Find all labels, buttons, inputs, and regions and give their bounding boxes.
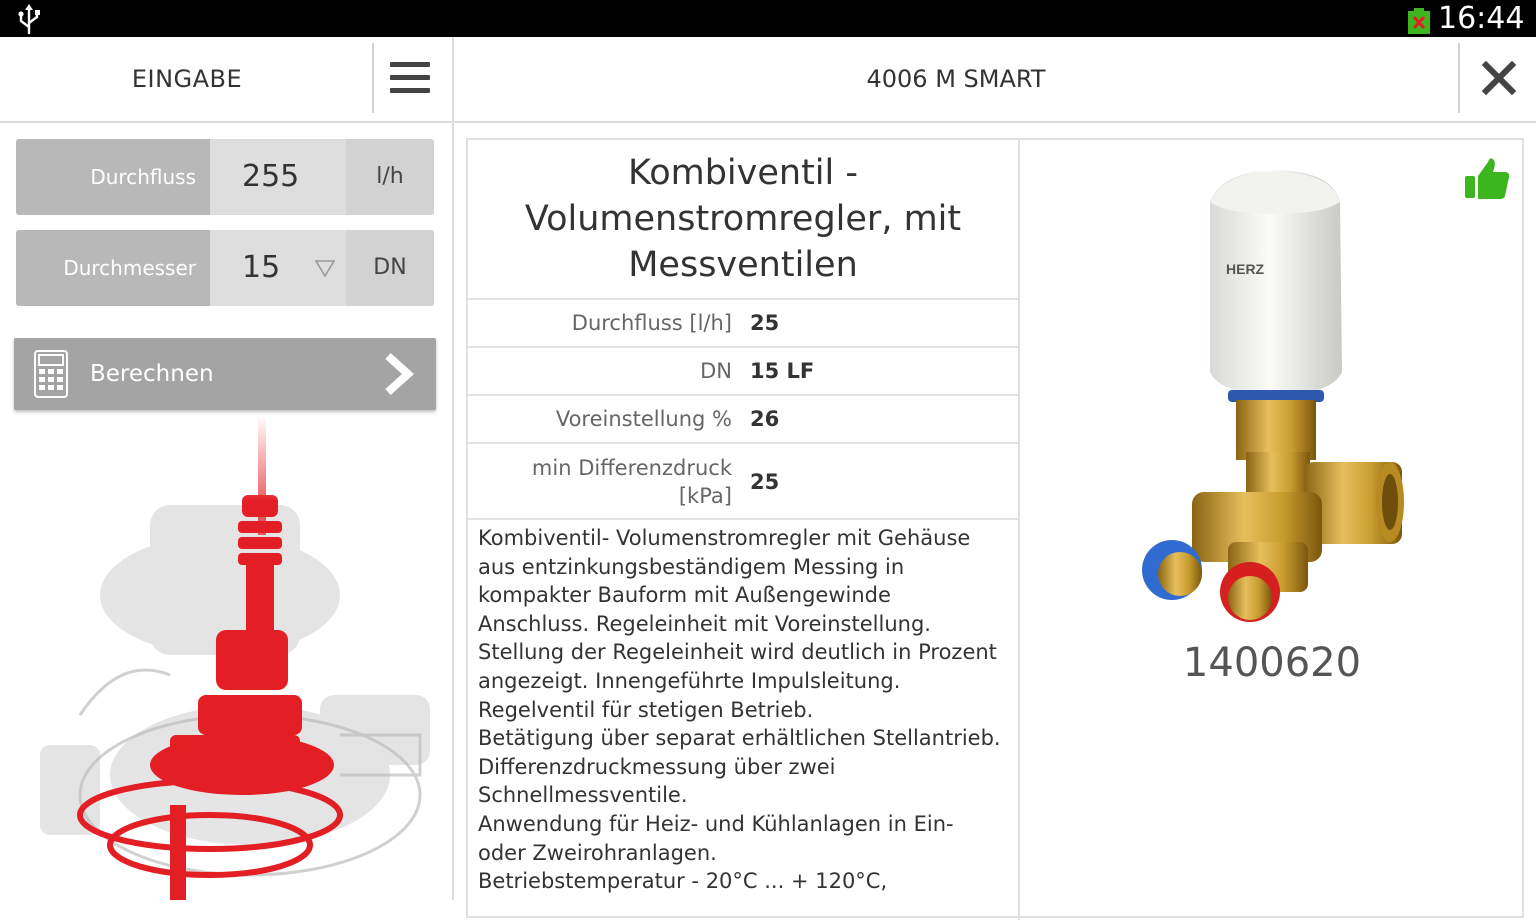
- spec-value: 25: [750, 470, 780, 494]
- spec-row-presetting: Voreinstellung % 26: [468, 394, 1018, 442]
- status-bar: 16:44: [0, 0, 1536, 37]
- spec-value: 25: [750, 311, 780, 335]
- calculate-button[interactable]: Berechnen: [14, 338, 436, 410]
- product-image: HERZ: [1142, 170, 1404, 622]
- spec-value: 15 LF: [750, 359, 815, 383]
- calculate-label: Berechnen: [90, 361, 214, 387]
- spec-row-dn: DN 15 LF: [468, 346, 1018, 394]
- valve-cutaway-illustration: [20, 415, 440, 900]
- diameter-label: Durchmesser: [16, 230, 210, 306]
- flow-input[interactable]: 255: [242, 139, 299, 215]
- product-description: Kombiventil- Volumenstromregler mit Gehä…: [478, 526, 1001, 894]
- input-panel-title: EINGABE: [131, 65, 243, 93]
- spec-label: Voreinstellung %: [555, 407, 732, 431]
- product-brand-logo: HERZ: [1226, 261, 1265, 277]
- input-panel: EINGABE Durchfluss 255 l/h Durchmesser 1…: [0, 37, 454, 900]
- menu-button[interactable]: [374, 37, 450, 121]
- spec-row-flow: Durchfluss [l/h] 25: [468, 298, 1018, 346]
- flow-label: Durchfluss: [16, 139, 210, 215]
- product-card: Kombiventil - Volumenstromregler, mit Me…: [466, 138, 1524, 920]
- header-divider: [1458, 43, 1460, 113]
- spec-label: DN: [700, 359, 732, 383]
- calculator-icon: [34, 350, 68, 398]
- product-info: Kombiventil - Volumenstromregler, mit Me…: [468, 140, 1020, 920]
- status-clock: 16:44: [1438, 1, 1525, 36]
- chevron-right-icon: [385, 353, 414, 395]
- dropdown-triangle-icon[interactable]: [314, 258, 336, 278]
- spec-row-min-pressure: min Differenzdruck [kPa] 25: [468, 442, 1018, 520]
- detail-header: 4006 M SMART: [454, 37, 1536, 123]
- product-name: Kombiventil - Volumenstromregler, mit Me…: [468, 150, 1018, 288]
- menu-icon: [390, 62, 430, 67]
- product-title: 4006 M SMART: [866, 65, 1046, 93]
- close-icon[interactable]: [1464, 37, 1536, 121]
- spec-label: Durchfluss [l/h]: [571, 311, 732, 335]
- flow-unit: l/h: [346, 139, 434, 215]
- input-panel-header: EINGABE: [0, 37, 452, 123]
- battery-icon: [1408, 8, 1430, 34]
- diameter-field[interactable]: Durchmesser 15 DN: [16, 230, 434, 306]
- diameter-unit: DN: [346, 230, 434, 306]
- spec-label: min Differenzdruck [kPa]: [531, 456, 732, 508]
- article-number: 1400620: [1182, 640, 1362, 686]
- usb-icon: [18, 4, 40, 35]
- flow-field[interactable]: Durchfluss 255 l/h: [16, 139, 434, 215]
- spec-value: 26: [750, 407, 780, 431]
- thumbs-up-icon[interactable]: [1464, 156, 1510, 200]
- product-name-line: Kombiventil - Volumenstromregler, mit Me…: [524, 153, 962, 285]
- diameter-select[interactable]: 15: [242, 230, 280, 306]
